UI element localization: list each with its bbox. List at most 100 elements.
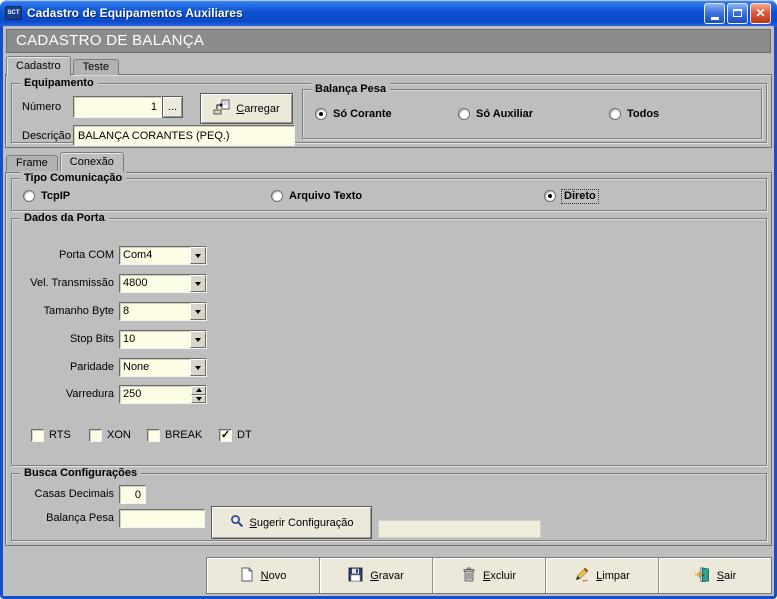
page-title: CADASTRO DE BALANÇA [6, 29, 771, 53]
rts-checkbox-label: RTS [49, 429, 71, 441]
checkbox-icon [31, 429, 44, 442]
dt-checkbox[interactable]: ✓ DT [219, 428, 252, 442]
radio-tcpip-label: TcpIP [41, 190, 70, 203]
porta-com-select[interactable]: Com4 [119, 246, 207, 265]
app-window: SCT Cadastro de Equipamentos Auxiliares … [0, 0, 777, 599]
dados-porta-group-title: Dados da Porta [20, 212, 109, 225]
tab-teste-label: Teste [83, 61, 109, 73]
porta-com-label: Porta COM [17, 246, 117, 265]
balanca-pesa-group-title: Balança Pesa [311, 83, 390, 96]
descricao-field[interactable] [73, 125, 295, 146]
gravar-button[interactable]: Gravar [320, 558, 433, 593]
browse-button[interactable]: ... [162, 96, 183, 118]
xon-checkbox-label: XON [107, 429, 131, 441]
radio-todos-label: Todos [627, 108, 659, 121]
minimize-button[interactable] [704, 3, 725, 24]
browse-button-label: ... [168, 101, 177, 113]
radio-todos[interactable]: Todos [609, 107, 659, 121]
chevron-down-icon[interactable] [190, 275, 206, 292]
radio-tcpip[interactable]: TcpIP [23, 189, 70, 203]
sair-button[interactable]: Sair [659, 558, 771, 593]
checkbox-icon [89, 429, 102, 442]
maximize-button[interactable] [727, 3, 748, 24]
varredura-label: Varredura [17, 385, 117, 404]
balanca-pesa-field-label: Balança Pesa [17, 509, 117, 528]
bottom-toolbar: Novo Gravar [206, 557, 772, 594]
sugerir-configuracao-label: Sugerir Configuração [250, 517, 354, 529]
chevron-down-icon[interactable] [190, 331, 206, 348]
radio-icon [315, 108, 327, 120]
radio-so-auxiliar[interactable]: Só Auxiliar [458, 107, 533, 121]
tipo-comunicacao-group-title: Tipo Comunicação [20, 172, 126, 185]
sub-tabstrip: Frame Conexão [6, 152, 126, 171]
paridade-value: None [120, 359, 190, 376]
client-area: CADASTRO DE BALANÇA Cadastro Teste Equip… [3, 26, 774, 596]
vel-transmissao-select[interactable]: 4800 [119, 274, 207, 293]
save-floppy-icon [348, 567, 363, 585]
main-tabstrip: Cadastro Teste [6, 56, 121, 75]
novo-button[interactable]: Novo [207, 558, 320, 593]
radio-arquivo-texto-label: Arquivo Texto [289, 190, 362, 203]
radio-so-corante[interactable]: Só Corante [315, 107, 392, 121]
tamanho-byte-label: Tamanho Byte [17, 302, 117, 321]
load-document-icon [213, 99, 230, 118]
stop-bits-select[interactable]: 10 [119, 330, 207, 349]
chevron-down-icon[interactable] [190, 359, 206, 376]
descricao-label: Descrição [22, 130, 71, 143]
radio-so-corante-label: Só Corante [333, 108, 392, 121]
break-checkbox[interactable]: BREAK [147, 428, 202, 442]
radio-arquivo-texto[interactable]: Arquivo Texto [271, 189, 362, 203]
carregar-button-label: Carregar [236, 103, 279, 115]
tab-frame[interactable]: Frame [6, 155, 58, 171]
radio-icon [23, 190, 35, 202]
varredura-stepper[interactable]: 250 [119, 385, 207, 404]
minimize-icon [711, 17, 719, 20]
chevron-down-icon[interactable] [191, 395, 206, 404]
numero-field[interactable] [73, 96, 162, 118]
status-field [378, 520, 541, 538]
xon-checkbox[interactable]: XON [89, 428, 131, 442]
close-button[interactable]: ✕ [750, 3, 771, 24]
tab-cadastro[interactable]: Cadastro [6, 56, 71, 76]
dados-porta-group: Dados da Porta Porta COM Com4 Vel. Trans… [11, 218, 767, 466]
chevron-up-icon[interactable] [191, 386, 206, 395]
chevron-down-icon[interactable] [190, 247, 206, 264]
tipo-comunicacao-group: Tipo Comunicação TcpIP Arquivo Texto Dir… [11, 178, 767, 211]
limpar-button[interactable]: Limpar [546, 558, 659, 593]
chevron-down-icon[interactable] [190, 303, 206, 320]
title-bar[interactable]: SCT Cadastro de Equipamentos Auxiliares … [0, 0, 777, 26]
search-icon [230, 514, 244, 531]
paridade-select[interactable]: None [119, 358, 207, 377]
equipamento-group-title: Equipamento [20, 77, 98, 90]
exit-door-icon [694, 567, 710, 585]
radio-icon [458, 108, 470, 120]
rts-checkbox[interactable]: RTS [31, 428, 71, 442]
app-icon: SCT [5, 6, 22, 20]
break-checkbox-label: BREAK [165, 429, 202, 441]
checkmark-icon: ✓ [219, 429, 232, 442]
varredura-value: 250 [120, 386, 191, 403]
radio-direto[interactable]: Direto [544, 189, 598, 203]
tab-teste[interactable]: Teste [73, 59, 119, 75]
stop-bits-value: 10 [120, 331, 190, 348]
tab-conexao[interactable]: Conexão [60, 152, 124, 172]
paridade-label: Paridade [17, 358, 117, 377]
new-document-icon [240, 567, 254, 585]
radio-icon [544, 190, 556, 202]
numero-label: Número [22, 101, 61, 114]
radio-so-auxiliar-label: Só Auxiliar [476, 108, 533, 121]
gravar-button-label: Gravar [370, 570, 404, 582]
carregar-button[interactable]: Carregar [200, 93, 293, 124]
novo-button-label: Novo [261, 570, 287, 582]
trash-icon [462, 567, 476, 585]
excluir-button[interactable]: Excluir [433, 558, 546, 593]
balanca-pesa-field[interactable] [119, 509, 205, 528]
stop-bits-label: Stop Bits [17, 330, 117, 349]
busca-configuracoes-group: Busca Configurações Casas Decimais Balan… [11, 473, 767, 541]
clean-icon [574, 567, 589, 585]
checkbox-icon [147, 429, 160, 442]
tamanho-byte-select[interactable]: 8 [119, 302, 207, 321]
sugerir-configuracao-button[interactable]: Sugerir Configuração [211, 506, 372, 539]
casas-decimais-field[interactable] [119, 485, 146, 504]
radio-icon [609, 108, 621, 120]
